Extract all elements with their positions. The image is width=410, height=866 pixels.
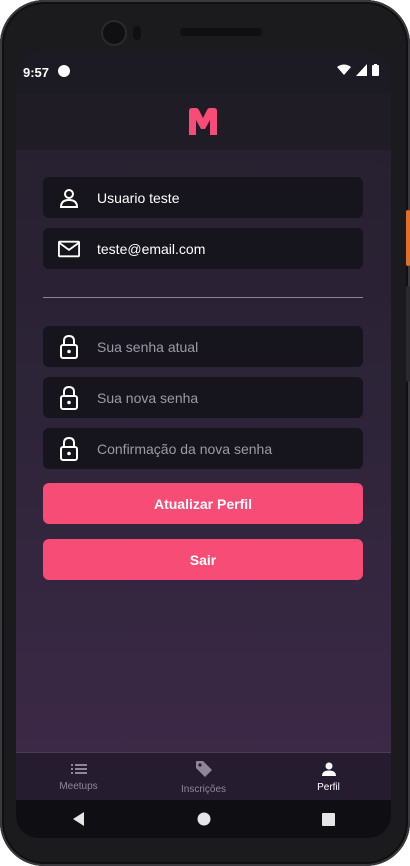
lock-icon — [58, 385, 80, 410]
tab-inscricoes[interactable]: Inscrições — [141, 753, 266, 801]
wifi-icon — [337, 64, 351, 75]
email-value: teste@email.com — [97, 240, 206, 257]
confirm-password-placeholder: Confirmação da nova senha — [97, 440, 273, 457]
person-icon — [321, 762, 336, 776]
tab-label: Inscrições — [180, 783, 226, 795]
signal-icon — [356, 64, 367, 76]
new-password-field[interactable]: Sua nova senha — [43, 377, 363, 418]
status-icons — [337, 64, 379, 76]
status-time: 9:57 — [23, 65, 50, 80]
tab-perfil[interactable]: Perfil — [266, 753, 391, 801]
recents-icon[interactable] — [322, 812, 336, 826]
name-field[interactable]: Usuario teste — [43, 177, 363, 218]
confirm-password-field[interactable]: Confirmação da nova senha — [43, 428, 363, 469]
lock-icon — [58, 436, 80, 461]
current-password-field[interactable]: Sua senha atual — [43, 326, 363, 367]
tab-label: Meetups — [59, 780, 98, 792]
tag-icon — [195, 760, 212, 777]
mail-icon — [58, 238, 80, 260]
system-nav-bar — [16, 800, 391, 838]
notification-icon — [58, 65, 70, 77]
power-button — [406, 210, 410, 266]
screen: 9:57 Usuario teste teste@email.com Sua s… — [16, 50, 391, 838]
update-profile-button[interactable]: Atualizar Perfil — [43, 483, 363, 524]
new-password-placeholder: Sua nova senha — [97, 389, 199, 406]
volume-button — [406, 286, 410, 382]
back-icon[interactable] — [72, 812, 86, 826]
sensor — [133, 26, 141, 40]
earpiece-speaker — [180, 28, 262, 36]
home-icon[interactable] — [197, 812, 211, 826]
tab-label: Perfil — [317, 781, 340, 793]
phone-frame: 9:57 Usuario teste teste@email.com Sua s… — [0, 0, 410, 866]
tab-meetups[interactable]: Meetups — [16, 753, 141, 801]
front-camera — [103, 22, 125, 44]
app-logo-icon — [189, 108, 217, 135]
name-value: Usuario teste — [97, 189, 180, 206]
app-header — [16, 94, 391, 150]
current-password-placeholder: Sua senha atual — [97, 338, 199, 355]
list-icon — [70, 763, 87, 774]
person-icon — [58, 187, 80, 209]
tab-bar: Meetups Inscrições Perfil — [16, 752, 391, 801]
divider — [43, 297, 363, 298]
battery-icon — [372, 64, 379, 76]
lock-icon — [58, 334, 80, 359]
status-bar: 9:57 — [16, 50, 391, 94]
logout-button[interactable]: Sair — [43, 539, 363, 580]
email-field[interactable]: teste@email.com — [43, 228, 363, 269]
